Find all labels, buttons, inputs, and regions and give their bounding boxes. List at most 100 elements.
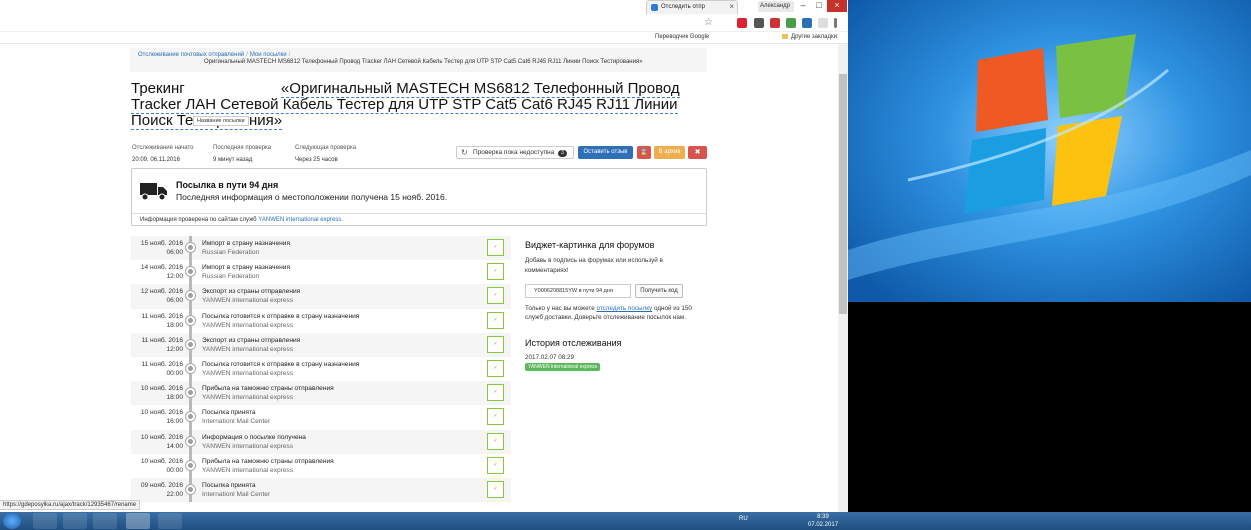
tooltip: Название посылки [193, 116, 249, 126]
extension-icon[interactable] [737, 18, 747, 28]
breadcrumb-link-tracking[interactable]: Отслеживание почтовых отправлений [138, 52, 244, 58]
address-bar[interactable]: ☆ [0, 16, 718, 30]
status-footer-prefix: Информация проверена по сайтам служб [140, 217, 257, 223]
event-title: Информация о посылке получена [202, 433, 306, 441]
yanwen-logo-icon: ✓ [487, 456, 504, 474]
event-text: Информация о посылке получена YANWEN inte… [202, 433, 306, 451]
event-text: Посылка принята Internationl Mail Center [202, 481, 270, 499]
hourglass-button[interactable]: ⌛ [637, 146, 651, 159]
status-main: Посылка в пути 94 дня Последняя информац… [132, 169, 706, 213]
user-profile-button[interactable]: Александр [758, 1, 794, 12]
meta-next-check: Следующая проверка Через 25 часов [295, 142, 356, 166]
status-panel: Посылка в пути 94 дня Последняя информац… [131, 168, 707, 226]
hourglass-icon: ⌛ [639, 149, 649, 156]
yanwen-logo-icon: ✓ [487, 335, 504, 353]
history-date: 2017.02.07 08:29 [525, 354, 575, 361]
breadcrumb-link-my-parcels[interactable]: Мои посылки [250, 52, 287, 58]
archive-button[interactable]: В архив [654, 146, 685, 159]
language-indicator[interactable]: RU [739, 516, 748, 522]
yanwen-logo-icon: ✓ [487, 384, 504, 402]
page-content: Отслеживание почтовых отправлений / Мои по… [0, 44, 838, 512]
event-date: 12 нояб. 2016 [140, 288, 183, 296]
meta-started: Отслеживание начато 20:09, 06.11.2016 [132, 142, 193, 166]
event-title: Посылка готовится к отправке в страну на… [202, 312, 360, 320]
tab-close-icon[interactable]: × [729, 1, 734, 13]
event-title: Прибыла на таможню страны отправления [202, 385, 334, 393]
event-datetime: 15 нояб. 2016 06:00 [131, 239, 183, 257]
breadcrumb-separator: / [288, 52, 291, 58]
torrent-taskbar-icon[interactable] [158, 513, 182, 529]
timeline-dot-icon [186, 291, 195, 301]
event-row: 09 нояб. 2016 22:00 Посылка принята Interna… [131, 477, 511, 503]
timeline-dot-icon [186, 436, 195, 446]
chrome-taskbar-icon[interactable] [126, 513, 150, 529]
check-now-button[interactable]: ↻ Проверка пока недоступна 3 [456, 146, 574, 159]
check-count-badge: 3 [558, 150, 567, 157]
event-text: Посылка готовится к отправке в страну на… [202, 360, 359, 378]
event-title: Посылка принята [202, 409, 256, 417]
event-place: Internationl Mail Center [202, 490, 271, 498]
explorer-taskbar-icon[interactable] [33, 513, 57, 529]
extension-icon[interactable] [754, 18, 764, 28]
status-footer: Информация проверена по сайтам служб YAN… [132, 213, 706, 225]
event-date: 10 нояб. 2016 [140, 385, 183, 393]
event-text: Прибыла на таможню страны отправления YAN… [202, 457, 334, 475]
event-time: 22:00 [166, 490, 183, 498]
widget-note-link[interactable]: отследить посылку [596, 305, 652, 312]
event-place: YANWEN international express [202, 345, 294, 353]
event-row: 10 нояб. 2016 14:00 Информация о посылке п… [131, 429, 511, 454]
event-row: 11 нояб. 2016 18:00 Посылка готовится к от… [131, 308, 511, 333]
event-time: 12:00 [166, 273, 183, 281]
timeline-dot-icon [186, 243, 195, 252]
extension-icon[interactable] [802, 18, 812, 28]
event-date: 14 нояб. 2016 [140, 264, 183, 272]
event-datetime: 10 нояб. 2016 14:00 [131, 433, 183, 451]
browser-window: Отследить отпр × Александр – □ × ☆ Перев… [0, 0, 848, 512]
event-time: 06:00 [166, 249, 183, 256]
tab-active[interactable]: Отследить отпр × [646, 0, 738, 14]
events-list: 15 нояб. 2016 06:00 Импорт в страну назнач… [131, 236, 511, 503]
bookmark-star-icon[interactable]: ☆ [704, 17, 713, 28]
widget-note: Только у нас вы можете отследить посылку… [525, 304, 705, 322]
event-date: 09 нояб. 2016 [140, 481, 183, 489]
event-date: 10 нояб. 2016 [140, 457, 183, 465]
menu-icon[interactable] [834, 18, 837, 28]
extension-icon[interactable] [818, 18, 828, 28]
x-icon: ✖ [694, 149, 701, 156]
event-title: Импорт в страну назначения [202, 264, 291, 272]
get-code-button[interactable]: Получить код [635, 284, 683, 298]
scrollbar-thumb[interactable] [839, 74, 847, 314]
event-datetime: 10 нояб. 2016 16:00 [131, 408, 183, 426]
event-place: YANWEN international express [202, 369, 294, 377]
event-row: 11 нояб. 2016 12:00 Экспорт из страны отпр… [131, 332, 511, 357]
bookmark-google-translate[interactable]: Переводчик Google [655, 34, 709, 40]
maximize-button[interactable]: □ [811, 0, 827, 12]
clock[interactable]: 8:39 07.02.2017 [808, 513, 838, 529]
meta-next-label: Следующая проверка [295, 145, 357, 151]
widget-code-field[interactable]: Y0006208815YW в пути 94 дня [525, 284, 631, 298]
history-title: История отслеживания [525, 338, 622, 348]
event-title: Посылка принята [202, 481, 256, 489]
leave-review-button[interactable]: Оставить отзыв [578, 146, 633, 159]
event-datetime: 09 нояб. 2016 22:00 [131, 481, 183, 499]
history-service-badge: YANWEN international express [525, 363, 601, 371]
extension-icon[interactable] [770, 18, 780, 28]
start-button[interactable] [3, 513, 21, 529]
media-taskbar-icon[interactable] [63, 513, 87, 529]
windows-logo-wallpaper [848, 0, 1251, 302]
timeline-dot-icon [186, 267, 195, 277]
meta-last-value: 9 минут назад [213, 157, 253, 163]
close-window-button[interactable]: × [827, 0, 847, 12]
bookmark-other[interactable]: Другие закладки [782, 34, 837, 40]
tab-title: Отследить отпр [661, 4, 705, 10]
event-row: 15 нояб. 2016 06:00 Импорт в страну назнач… [131, 236, 511, 261]
event-row: 14 нояб. 2016 12:00 Импорт в страну назнач… [131, 260, 511, 285]
timeline-dot-icon [186, 460, 195, 470]
taskbar: RU 8:39 07.02.2017 [0, 512, 1251, 530]
status-subtitle: Последняя информация о местоположении по… [176, 192, 448, 202]
delete-button[interactable]: ✖ [688, 146, 707, 159]
status-footer-service[interactable]: YANWEN international express. [258, 217, 343, 223]
folder-taskbar-icon[interactable] [93, 513, 117, 529]
minimize-button[interactable]: – [795, 0, 811, 12]
extension-icon[interactable] [786, 18, 796, 28]
